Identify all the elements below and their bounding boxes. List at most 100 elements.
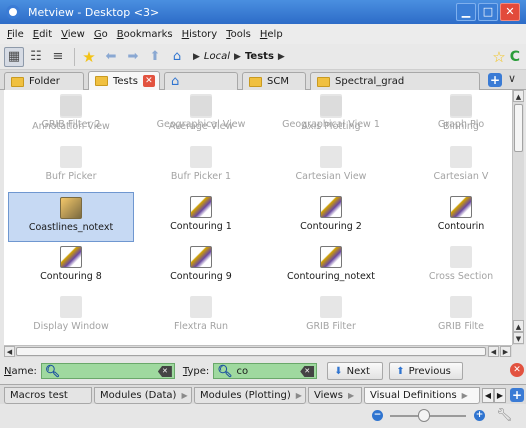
icon-label: GRIB Filte bbox=[438, 321, 484, 332]
scroll-right-arrow-icon[interactable]: ▶ bbox=[500, 346, 511, 357]
next-label: Next bbox=[346, 365, 370, 377]
icon-item-contouring-1[interactable]: Contouring 1 bbox=[138, 192, 264, 242]
wrench-icon[interactable]: 🔧︎ bbox=[496, 408, 513, 423]
breadcrumb-arrow-icon: ▶ bbox=[234, 51, 241, 62]
scroll-down-arrow-icon[interactable]: ▼ bbox=[513, 332, 524, 344]
module-icon bbox=[450, 296, 472, 318]
drawer-scroll-left-icon[interactable]: ◀ bbox=[482, 388, 494, 403]
icon-item-grib-filter-2[interactable]: GRIB Filter 2 bbox=[8, 90, 134, 140]
maximize-button[interactable]: □ bbox=[478, 3, 498, 21]
module-icon bbox=[60, 146, 82, 168]
icon-label: Bufr Picker 1 bbox=[170, 171, 232, 182]
icon-item-contourin[interactable]: Contourin bbox=[398, 192, 512, 242]
detailed-view-button[interactable]: ☷ bbox=[26, 47, 46, 67]
tab-scm[interactable]: SCM bbox=[242, 72, 306, 90]
drawer-tab-modules-data[interactable]: Modules (Data) ▶ bbox=[94, 387, 192, 404]
tab-folder[interactable]: Folder bbox=[4, 72, 84, 90]
menu-history[interactable]: History bbox=[182, 29, 218, 40]
name-filter-input[interactable]: 🔍︎ ✕ bbox=[40, 363, 175, 379]
toolbar: ▦ ☷ ≡ ★ ⬅ ➡ ⬆ ⌂ ▶ Local ▶ Tests ▶ ☆ C bbox=[0, 44, 526, 70]
horizontal-scroll-thumb[interactable] bbox=[16, 347, 486, 356]
clear-icon[interactable]: ✕ bbox=[300, 366, 315, 377]
icon-item-cartesian-v[interactable]: Cartesian V bbox=[398, 142, 512, 192]
icon-item-bufr-picker-1[interactable]: Bufr Picker 1 bbox=[138, 142, 264, 192]
icon-item-contouring-2[interactable]: Contouring 2 bbox=[268, 192, 394, 242]
previous-button[interactable]: ⬆ Previous bbox=[389, 362, 464, 380]
close-tab-icon[interactable]: ✕ bbox=[142, 75, 155, 87]
menu-file[interactable]: File bbox=[7, 29, 24, 40]
icon-item-grib-filter[interactable]: GRIB Filter bbox=[268, 292, 394, 342]
scroll-up-arrow-icon[interactable]: ▲ bbox=[513, 90, 524, 102]
icon-label: GRIB Filter 2 bbox=[41, 119, 101, 130]
back-button[interactable]: ⬅ bbox=[101, 47, 121, 67]
forward-button[interactable]: ➡ bbox=[123, 47, 143, 67]
list-view-button[interactable]: ≡ bbox=[48, 47, 68, 67]
next-button[interactable]: ⬇ Next bbox=[327, 362, 384, 380]
menu-help[interactable]: Help bbox=[260, 29, 283, 40]
folder-content-area[interactable]: Annotation View Average View Axis Plotting… bbox=[4, 90, 512, 345]
icon-item-cartesian-view[interactable]: Cartesian View bbox=[268, 142, 394, 192]
menu-edit[interactable]: Edit bbox=[33, 29, 52, 40]
grid-icon: ▦ bbox=[7, 49, 21, 64]
icon-view-button[interactable]: ▦ bbox=[4, 46, 24, 67]
icon-item-contouring-8[interactable]: Contouring 8 bbox=[8, 242, 134, 292]
menu-view[interactable]: View bbox=[61, 29, 85, 40]
up-button[interactable]: ⬆ bbox=[145, 47, 165, 67]
icon-label: Contouring_notext bbox=[287, 271, 375, 282]
add-bookmark-star-icon[interactable]: ☆ bbox=[492, 48, 505, 66]
breadcrumb-local[interactable]: Local bbox=[204, 51, 230, 62]
icon-item-bufr-picker[interactable]: Bufr Picker bbox=[8, 142, 134, 192]
icon-item-grib-filte[interactable]: GRIB Filte bbox=[398, 292, 512, 342]
scroll-up-arrow-icon[interactable]: ▲ bbox=[513, 320, 524, 332]
icon-size-slider-handle[interactable] bbox=[418, 409, 431, 422]
scroll-left-arrow-icon[interactable]: ◀ bbox=[488, 346, 499, 357]
close-window-button[interactable]: ✕ bbox=[500, 3, 520, 21]
tab-home[interactable]: ⌂ bbox=[164, 72, 238, 90]
module-icon bbox=[320, 296, 342, 318]
clear-icon[interactable]: ✕ bbox=[157, 366, 172, 377]
add-drawer-plus-icon[interactable]: + bbox=[510, 388, 524, 402]
reload-icon[interactable]: C bbox=[510, 49, 520, 65]
icon-item-graph-plo[interactable]: Graph Plo bbox=[398, 90, 512, 140]
bookmark-button[interactable]: ★ bbox=[79, 47, 99, 67]
scroll-left-arrow-icon[interactable]: ◀ bbox=[4, 346, 15, 357]
menu-bookmarks[interactable]: Bookmarks bbox=[117, 29, 173, 40]
icon-item-coastlines-notext[interactable]: Coastlines_notext bbox=[8, 192, 134, 242]
icon-label: Cross Section bbox=[428, 271, 494, 282]
name-filter-label: Name: bbox=[4, 365, 37, 377]
type-filter-input[interactable]: 🔍︎ co ✕ bbox=[213, 363, 318, 379]
drawer-tab-views[interactable]: Views ▶ bbox=[308, 387, 362, 404]
drawer-tab-macros-test[interactable]: Macros test bbox=[4, 387, 92, 404]
icon-label: Geographical View 1 bbox=[282, 119, 380, 130]
module-icon bbox=[450, 246, 472, 268]
vertical-scrollbar[interactable]: ▲ ▲ ▼ bbox=[512, 90, 524, 345]
menu-go[interactable]: Go bbox=[94, 29, 108, 40]
drawer-scroll-right-icon[interactable]: ▶ bbox=[494, 388, 506, 403]
breadcrumb-tests[interactable]: Tests bbox=[245, 51, 274, 62]
zoom-out-icon[interactable]: − bbox=[372, 410, 383, 421]
tab-list-chevron-icon[interactable]: ∨ bbox=[508, 72, 516, 85]
icon-item-contouring-9[interactable]: Contouring 9 bbox=[138, 242, 264, 292]
new-tab-plus-icon[interactable]: + bbox=[488, 73, 502, 87]
icon-item-display-window[interactable]: Display Window bbox=[8, 292, 134, 342]
icon-item-geographical-view-1[interactable]: Geographical View 1 bbox=[268, 90, 394, 140]
icon-label: Graph Plo bbox=[437, 119, 485, 130]
icon-item-flextra-run[interactable]: Flextra Run bbox=[138, 292, 264, 342]
menu-tools[interactable]: Tools bbox=[226, 29, 251, 40]
minimize-button[interactable]: ▁ bbox=[456, 3, 476, 21]
tab-label: Folder bbox=[29, 76, 60, 87]
tab-spectral-grad[interactable]: Spectral_grad bbox=[310, 72, 480, 90]
arrow-right-icon: ➡ bbox=[127, 49, 139, 64]
type-filter-value: co bbox=[236, 365, 249, 377]
tab-tests[interactable]: Tests ✕ bbox=[88, 71, 160, 90]
icon-item-contouring-notext[interactable]: Contouring_notext bbox=[268, 242, 394, 292]
drawer-tab-modules-plotting[interactable]: Modules (Plotting) ▶ bbox=[194, 387, 306, 404]
vertical-scroll-thumb[interactable] bbox=[514, 104, 523, 152]
close-find-bar-icon[interactable]: ✕ bbox=[510, 363, 524, 377]
horizontal-scrollbar[interactable]: ◀ ◀ ▶ bbox=[4, 345, 512, 357]
zoom-in-icon[interactable]: + bbox=[474, 410, 485, 421]
drawer-tab-visual-definitions[interactable]: Visual Definitions ▶ bbox=[364, 387, 480, 404]
icon-item-cross-section[interactable]: Cross Section bbox=[398, 242, 512, 292]
home-button[interactable]: ⌂ bbox=[167, 47, 187, 67]
icon-item-geographical-view[interactable]: Geographical View bbox=[138, 90, 264, 140]
